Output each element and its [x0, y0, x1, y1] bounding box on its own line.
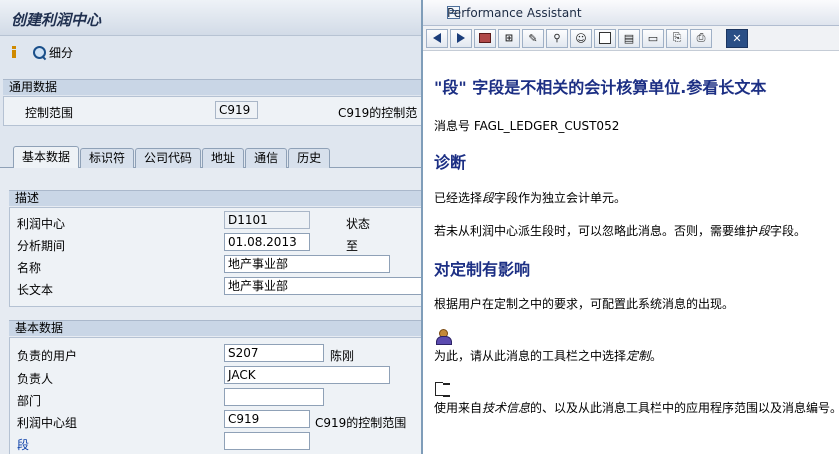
message-number: 消息号 FAGL_LEDGER_CUST052 — [434, 119, 620, 133]
diagnosis-heading: 诊断 — [434, 153, 467, 172]
technical-info-icon — [435, 381, 451, 397]
diagnosis-text-b: 字段作为独立会计单元。 — [494, 191, 627, 205]
info-icon[interactable] — [12, 46, 16, 58]
window-button[interactable]: ▭ — [642, 28, 664, 48]
diagnosis2-text-a: 若未从利润中心派生段时，可以忽略此消息。否则，需要维护 — [434, 224, 759, 238]
window-frame-icon: ▭ — [647, 31, 659, 45]
tech-info-paragraph: 使用来自技术信息的、以及从此消息工具栏中的应用程序范围以及消息编号。 — [434, 399, 839, 416]
status-label: 状态 — [346, 217, 371, 231]
profit-center-group-field[interactable]: C919 — [224, 410, 310, 428]
print-button[interactable]: ⎙ — [690, 28, 712, 48]
responsible-user-name: 陈刚 — [330, 349, 355, 363]
pa-title-bar: Performance Assistant — [423, 0, 839, 26]
back-arrow-icon — [433, 33, 441, 43]
person-responsible-field[interactable]: JACK — [224, 366, 390, 384]
message-heading: "段" 字段是不相关的会计核算单位.参看长文本 — [434, 78, 767, 97]
binoculars-icon: ⚲ — [553, 32, 561, 44]
technical-info-button[interactable]: ⊞ — [498, 28, 520, 48]
magnifier-icon — [32, 45, 47, 60]
structure-icon: ⊞ — [504, 32, 514, 44]
performance-assistant-window: Performance Assistant ⊞ ✎ ⚲ ☺ ▤ ▭ ⎘ ⎙ ✕ … — [421, 0, 839, 454]
tab-address[interactable]: 地址 — [202, 148, 245, 168]
segment-field[interactable] — [224, 432, 310, 450]
tab-basic-data[interactable]: 基本数据 — [13, 146, 80, 168]
diagnosis-text-a: 已经选择 — [434, 191, 483, 205]
long-text-field[interactable]: 地产事业部 — [224, 277, 424, 295]
book-button[interactable] — [474, 28, 496, 48]
diagnosis-paragraph-1: 已经选择段字段作为独立会计单元。 — [434, 189, 626, 206]
tab-company-code[interactable]: 公司代码 — [135, 148, 202, 168]
responsible-user-label: 负责的用户 — [17, 349, 78, 363]
table-button[interactable]: ▤ — [618, 28, 640, 48]
save-button[interactable]: ⎘ — [666, 28, 688, 48]
diagnosis2-text-em: 段 — [758, 224, 771, 238]
user-icon: ☺ — [575, 31, 587, 45]
edit-button[interactable]: ✎ — [522, 28, 544, 48]
forward-arrow-icon — [457, 33, 465, 43]
diagnosis-text-em: 段 — [482, 191, 495, 205]
department-field[interactable] — [224, 388, 324, 406]
document-icon — [599, 32, 611, 44]
detail-button[interactable]: 细分 — [32, 44, 73, 61]
impact-paragraph: 根据用户在定制之中的要求，可配置此系统消息的出现。 — [434, 297, 735, 311]
analysis-period-label: 分析期间 — [17, 239, 66, 253]
analysis-period-field[interactable]: 01.08.2013 — [224, 233, 310, 251]
document-button[interactable] — [594, 28, 616, 48]
page-title: 创建利润中心 — [11, 11, 102, 29]
person-responsible-label: 负责人 — [17, 372, 54, 386]
profit-center-field[interactable]: D1101 — [224, 211, 310, 229]
save-icon: ⎘ — [672, 31, 682, 44]
customize-user-icon — [435, 329, 452, 345]
profit-center-group-desc: C919的控制范围 — [315, 416, 407, 430]
pa-window-title: Performance Assistant — [447, 6, 582, 20]
close-icon: ✕ — [732, 31, 742, 45]
controlling-area-field[interactable]: C919 — [215, 101, 258, 119]
tech-text-em: 技术信息 — [482, 401, 531, 415]
diagnosis-paragraph-2: 若未从利润中心派生段时，可以忽略此消息。否则，需要维护段字段。 — [434, 222, 806, 239]
detail-label: 细分 — [49, 46, 74, 60]
tech-text-a: 使用来自 — [434, 401, 483, 415]
back-button[interactable] — [426, 28, 448, 48]
search-button[interactable]: ⚲ — [546, 28, 568, 48]
table-icon: ▤ — [623, 31, 635, 45]
procedure-text-b: 。 — [650, 349, 663, 363]
profit-center-label: 利润中心 — [17, 217, 66, 231]
procedure-text-a: 为此，请从此消息的工具栏之中选择 — [434, 349, 627, 363]
profit-center-group-label: 利润中心组 — [17, 416, 78, 430]
name-label: 名称 — [17, 261, 42, 275]
tech-text-b: 的、以及从此消息工具栏中的应用程序范围以及消息编号。 — [530, 401, 839, 415]
to-label: 至 — [346, 239, 359, 253]
pa-content: "段" 字段是不相关的会计核算单位.参看长文本 消息号 FAGL_LEDGER_… — [423, 52, 839, 454]
tab-communication[interactable]: 通信 — [245, 148, 288, 168]
tab-indicators[interactable]: 标识符 — [80, 148, 135, 168]
pa-toolbar: ⊞ ✎ ⚲ ☺ ▤ ▭ ⎘ ⎙ ✕ — [423, 26, 839, 51]
department-label: 部门 — [17, 394, 42, 408]
segment-label[interactable]: 段 — [17, 436, 29, 453]
controlling-area-desc: C919的控制范 — [338, 106, 418, 120]
responsible-user-field[interactable]: S207 — [224, 344, 324, 362]
pencil-icon: ✎ — [528, 31, 538, 45]
tab-strip: 基本数据 标识符 公司代码 地址 通信 历史 — [13, 146, 331, 168]
procedure-text-em: 定制 — [626, 349, 651, 363]
procedure-paragraph: 为此，请从此消息的工具栏之中选择定制。 — [434, 347, 662, 364]
book-icon — [479, 33, 491, 43]
controlling-area-label: 控制范围 — [25, 106, 74, 120]
diagnosis2-text-b: 字段。 — [770, 224, 807, 238]
name-field[interactable]: 地产事业部 — [224, 255, 390, 273]
long-text-label: 长文本 — [17, 283, 54, 297]
forward-button[interactable] — [450, 28, 472, 48]
printer-icon: ⎙ — [696, 31, 706, 44]
close-button[interactable]: ✕ — [726, 28, 748, 48]
customize-button[interactable]: ☺ — [570, 28, 592, 48]
impact-heading: 对定制有影响 — [434, 260, 531, 279]
tab-history[interactable]: 历史 — [288, 148, 331, 168]
